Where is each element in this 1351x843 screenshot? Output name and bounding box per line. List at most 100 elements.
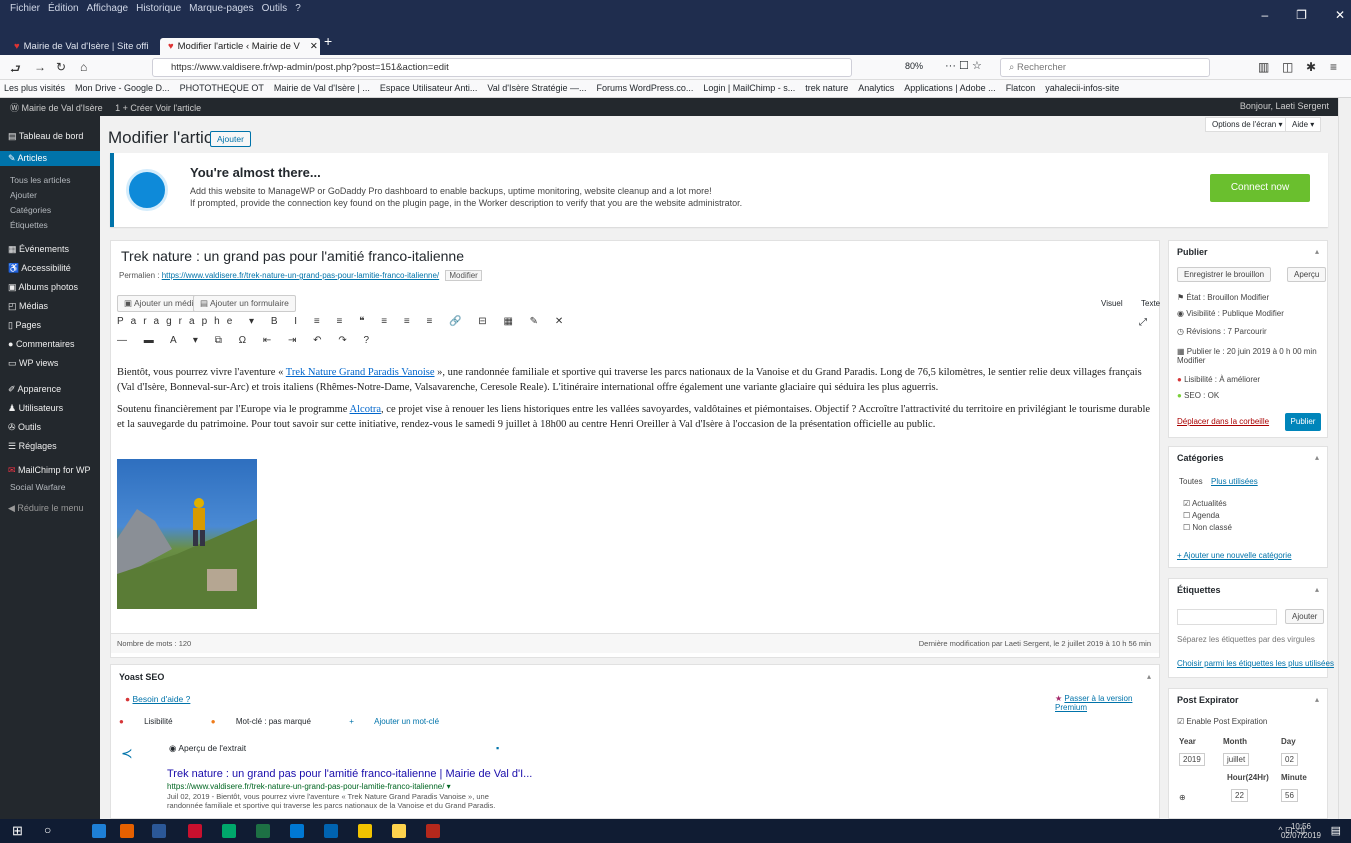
trek-link[interactable]: Trek Nature Grand Paradis Vanoise bbox=[286, 367, 435, 378]
system-clock[interactable]: 10:56 02/07/2019 bbox=[1281, 822, 1321, 840]
trash-link[interactable]: Déplacer dans la corbeille bbox=[1177, 417, 1269, 426]
tab-all-categories[interactable]: Toutes bbox=[1179, 477, 1203, 486]
sidebar-collapse[interactable]: ◀ Réduire le menu bbox=[0, 501, 100, 516]
bookmark-item[interactable]: trek nature bbox=[805, 83, 848, 93]
publish-toggle-icon[interactable]: ▴ bbox=[1315, 247, 1319, 256]
sidebar-item-tools[interactable]: ✇ Outils bbox=[0, 420, 100, 435]
sidebar-item-dashboard[interactable]: ▤ Tableau de bord bbox=[0, 129, 100, 144]
publish-button[interactable]: Publier bbox=[1285, 413, 1321, 431]
help-button[interactable]: Aide ▾ bbox=[1285, 117, 1322, 132]
day-input[interactable]: 02 bbox=[1281, 753, 1298, 766]
wordpress-logo-icon[interactable]: Ⓦ bbox=[10, 103, 22, 113]
search-input[interactable]: ⌕ Rechercher bbox=[1000, 58, 1210, 77]
firefox-icon[interactable] bbox=[120, 824, 134, 838]
extension-icon[interactable]: ✱ bbox=[1306, 60, 1316, 74]
photos-icon[interactable] bbox=[290, 824, 304, 838]
reload-icon[interactable]: ↻ bbox=[56, 60, 66, 74]
add-article-button[interactable]: Ajouter bbox=[210, 131, 251, 147]
acrobat-icon[interactable] bbox=[188, 824, 202, 838]
bookmark-item[interactable]: Mon Drive - Google D... bbox=[75, 83, 170, 93]
sidebar-toggle-icon[interactable]: ◫ bbox=[1282, 60, 1293, 74]
sidebar-item-mailchimp[interactable]: ✉ MailChimp for WP bbox=[0, 463, 100, 478]
editor-toolbar-row-2[interactable]: — ▬ A ▾ ⧉ Ω ⇤ ⇥ ↶ ↷ ? bbox=[117, 335, 376, 346]
bookmark-item[interactable]: Mairie de Val d'Isère | ... bbox=[274, 83, 370, 93]
fullscreen-icon[interactable]: ⤢ bbox=[1139, 317, 1147, 328]
bookmark-item[interactable]: Les plus visités bbox=[4, 83, 65, 93]
tab-text[interactable]: Texte bbox=[1141, 299, 1160, 308]
hiker-photo[interactable] bbox=[117, 459, 257, 609]
add-category-link[interactable]: + Ajouter une nouvelle catégorie bbox=[1177, 551, 1292, 560]
sidebar-item-social-warfare[interactable]: Social Warfare bbox=[0, 480, 100, 494]
sidebar-item-pages[interactable]: ▯ Pages bbox=[0, 318, 100, 333]
new-tab-button[interactable]: + bbox=[324, 33, 332, 49]
browser-tab-site[interactable]: ♥Mairie de Val d'Isère | Site offi✕ bbox=[6, 38, 156, 55]
menu-historique[interactable]: Historique bbox=[132, 0, 185, 17]
bookmark-item[interactable]: Analytics bbox=[858, 83, 894, 93]
yoast-premium-link[interactable]: ★ Passer à la version Premium bbox=[1055, 694, 1159, 712]
menu-affichage[interactable]: Affichage bbox=[83, 0, 133, 17]
sidebar-item-settings[interactable]: ☰ Réglages bbox=[0, 439, 100, 454]
choose-tags-link[interactable]: Choisir parmi les étiquettes les plus ut… bbox=[1177, 659, 1334, 668]
sidebar-item-albums[interactable]: ▣ Albums photos bbox=[0, 280, 100, 295]
sidebar-item-events[interactable]: ▦ Événements bbox=[0, 242, 100, 257]
year-select[interactable]: 2019 bbox=[1179, 753, 1205, 766]
explorer-icon[interactable] bbox=[358, 824, 372, 838]
bookmark-item[interactable]: PHOTOTHEQUE OT bbox=[180, 83, 264, 93]
home-icon[interactable]: ⌂ bbox=[80, 60, 87, 74]
menu-outils[interactable]: Outils bbox=[258, 0, 292, 17]
tags-toggle-icon[interactable]: ▴ bbox=[1315, 585, 1319, 594]
excel-icon[interactable] bbox=[256, 824, 270, 838]
tab-most-used[interactable]: Plus utilisées bbox=[1211, 477, 1258, 486]
add-tag-button[interactable]: Ajouter bbox=[1285, 609, 1325, 624]
menu-marque-pages[interactable]: Marque-pages bbox=[185, 0, 257, 17]
bookmark-item[interactable]: yahalecii-infos-site bbox=[1045, 83, 1119, 93]
bookmark-item[interactable]: Val d'Isère Stratégie —... bbox=[487, 83, 586, 93]
zoom-level[interactable]: 80% bbox=[905, 61, 923, 71]
post-title-input[interactable]: Trek nature : un grand pas pour l'amitié… bbox=[117, 245, 1153, 270]
preview-button[interactable]: Aperçu bbox=[1287, 267, 1327, 282]
hour-select[interactable]: 22 bbox=[1231, 789, 1248, 802]
category-checkbox[interactable]: ☐ Non classé bbox=[1183, 523, 1232, 532]
month-select[interactable]: juillet bbox=[1223, 753, 1250, 766]
save-draft-button[interactable]: Enregistrer le brouillon bbox=[1177, 267, 1272, 282]
url-bar[interactable]: https://www.valdisere.fr/wp-admin/post.p… bbox=[152, 58, 852, 77]
hamburger-menu-icon[interactable]: ≡ bbox=[1330, 60, 1337, 74]
close-window-icon[interactable]: ✕ bbox=[1335, 8, 1345, 22]
sidebar-item-articles[interactable]: ✎ Articles bbox=[0, 151, 100, 166]
tab-readability[interactable]: ● Lisibilité bbox=[119, 717, 191, 726]
tab-visual[interactable]: Visuel bbox=[1101, 299, 1123, 308]
sidebar-item-accessibility[interactable]: ♿ Accessibilité bbox=[0, 261, 100, 276]
editor-toolbar-row-1[interactable]: Paragraphe ▾ B I ≡ ≡ ❝ ≡ ≡ ≡ 🔗 ⊟ ▦ ✎ ✕ bbox=[117, 316, 570, 327]
add-media-button[interactable]: ▣ Ajouter un média bbox=[117, 295, 206, 312]
category-checkbox[interactable]: ☐ Agenda bbox=[1183, 511, 1220, 520]
bookmark-item[interactable]: Login | MailChimp - s... bbox=[703, 83, 795, 93]
add-form-button[interactable]: ▤ Ajouter un formulaire bbox=[193, 295, 296, 312]
pdf-icon[interactable] bbox=[426, 824, 440, 838]
menu-aide[interactable]: ? bbox=[291, 0, 305, 17]
library-icon[interactable]: ▥ bbox=[1258, 60, 1269, 74]
close-tab-icon[interactable]: ✕ bbox=[310, 41, 318, 52]
sidebar-item-add[interactable]: Ajouter bbox=[0, 188, 100, 202]
sidebar-item-users[interactable]: ♟ Utilisateurs bbox=[0, 401, 100, 416]
menu-edition[interactable]: Édition bbox=[44, 0, 83, 17]
edit-snippet-icon[interactable]: ▪ bbox=[496, 743, 499, 753]
minimize-icon[interactable]: – bbox=[1261, 8, 1268, 22]
share-icon[interactable]: ≺ bbox=[121, 745, 133, 762]
connect-now-button[interactable]: Connect now bbox=[1210, 174, 1310, 202]
post-content[interactable]: Bientôt, vous pourrez vivre l'aventure «… bbox=[117, 365, 1152, 439]
browser-tab-edit[interactable]: ♥ Modifier l'article ‹ Mairie de V ✕ bbox=[160, 38, 320, 55]
yoast-toggle-icon[interactable]: ▴ bbox=[1147, 672, 1151, 681]
windows-start-icon[interactable]: ⊞ bbox=[12, 823, 23, 839]
screen-options-button[interactable]: Options de l'écran ▾ bbox=[1205, 117, 1290, 132]
search-icon[interactable]: ○ bbox=[44, 823, 51, 837]
enable-expiration-checkbox[interactable]: ☑ Enable Post Expiration bbox=[1177, 717, 1267, 726]
sidebar-item-comments[interactable]: ● Commentaires bbox=[0, 337, 100, 351]
maximize-icon[interactable]: ❐ bbox=[1296, 8, 1307, 22]
word-icon[interactable] bbox=[152, 824, 166, 838]
edge-icon[interactable] bbox=[92, 824, 106, 838]
sidebar-item-all-articles[interactable]: Tous les articles bbox=[0, 173, 100, 187]
bookmark-item[interactable]: Flatcon bbox=[1006, 83, 1036, 93]
outlook-icon[interactable] bbox=[324, 824, 338, 838]
sidebar-item-wp-views[interactable]: ▭ WP views bbox=[0, 356, 100, 371]
bookmark-item[interactable]: Forums WordPress.co... bbox=[597, 83, 694, 93]
